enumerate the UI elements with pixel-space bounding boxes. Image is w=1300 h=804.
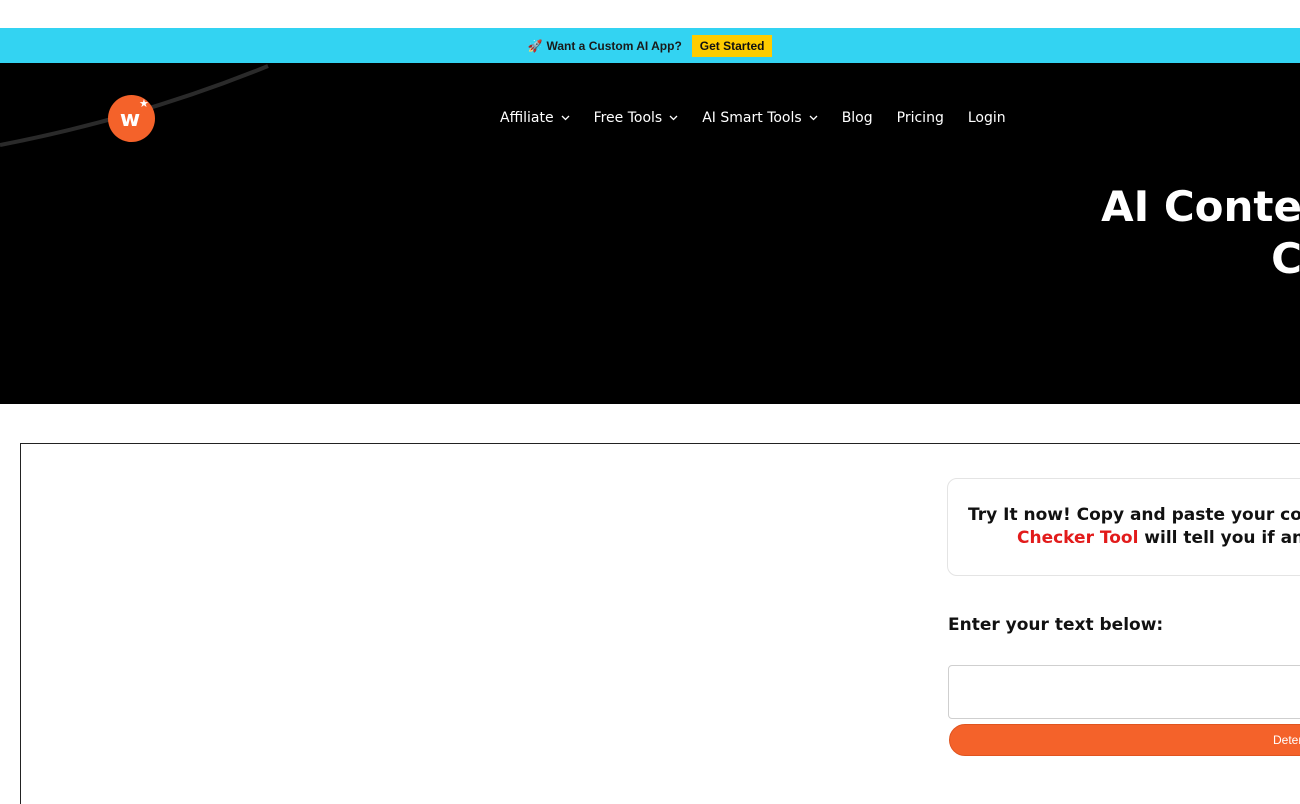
nav-item-ai-smart-tools[interactable]: AI Smart Tools [702,110,818,126]
intro-card: Try It now! Copy and paste your conter C… [947,478,1300,576]
intro-line2-rest: will tell you if any o [1144,528,1300,548]
main-nav: Affiliate Free Tools AI Smart Tools Blog… [500,107,1030,129]
intro-line1: Try It now! Copy and paste your conter [968,505,1300,525]
intro-text: Try It now! Copy and paste your conter C… [968,504,1300,550]
hero-header: w ★ Affiliate Free Tools AI Smart Tools … [0,63,1300,404]
detect-button[interactable]: Deter [949,724,1300,756]
get-started-button[interactable]: Get Started [691,34,773,57]
nav-item-pricing[interactable]: Pricing [897,110,944,126]
nav-item-label: AI Smart Tools [702,110,802,126]
rocket-icon: 🚀 [527,38,543,53]
promo-text-label: Want a Custom AI App? [546,38,682,53]
promo-bar: 🚀 Want a Custom AI App? Get Started [0,28,1300,63]
chevron-down-icon [561,115,570,121]
nav-item-label: Blog [841,110,873,126]
hero-title-line1: AI Conte [1101,182,1300,231]
nav-item-label: Affiliate [500,110,554,126]
hero-title-line2: C [1271,234,1300,283]
nav-item-label: Login [967,110,1006,126]
text-input[interactable] [948,665,1300,719]
nav-item-blog[interactable]: Blog [842,110,873,126]
nav-item-label: Pricing [896,110,944,126]
chevron-down-icon [809,115,818,121]
intro-line2: Checker Tool will tell you if any o [968,527,1300,550]
chevron-down-icon [669,115,678,121]
detect-button-label: Deter [1273,733,1300,747]
promo-text: 🚀 Want a Custom AI App? [528,39,682,53]
top-spacer [0,0,1300,28]
checker-tool-link[interactable]: Checker Tool [1017,528,1138,548]
nav-item-free-tools[interactable]: Free Tools [594,110,679,126]
nav-item-affiliate[interactable]: Affiliate [500,110,570,126]
nav-item-label: Free Tools [593,110,663,126]
input-label: Enter your text below: [948,615,1164,635]
nav-item-login[interactable]: Login [968,110,1006,126]
site-logo[interactable]: w ★ [108,95,155,142]
star-icon: ★ [139,97,149,110]
hero-title: AI Conte C [1101,181,1300,285]
